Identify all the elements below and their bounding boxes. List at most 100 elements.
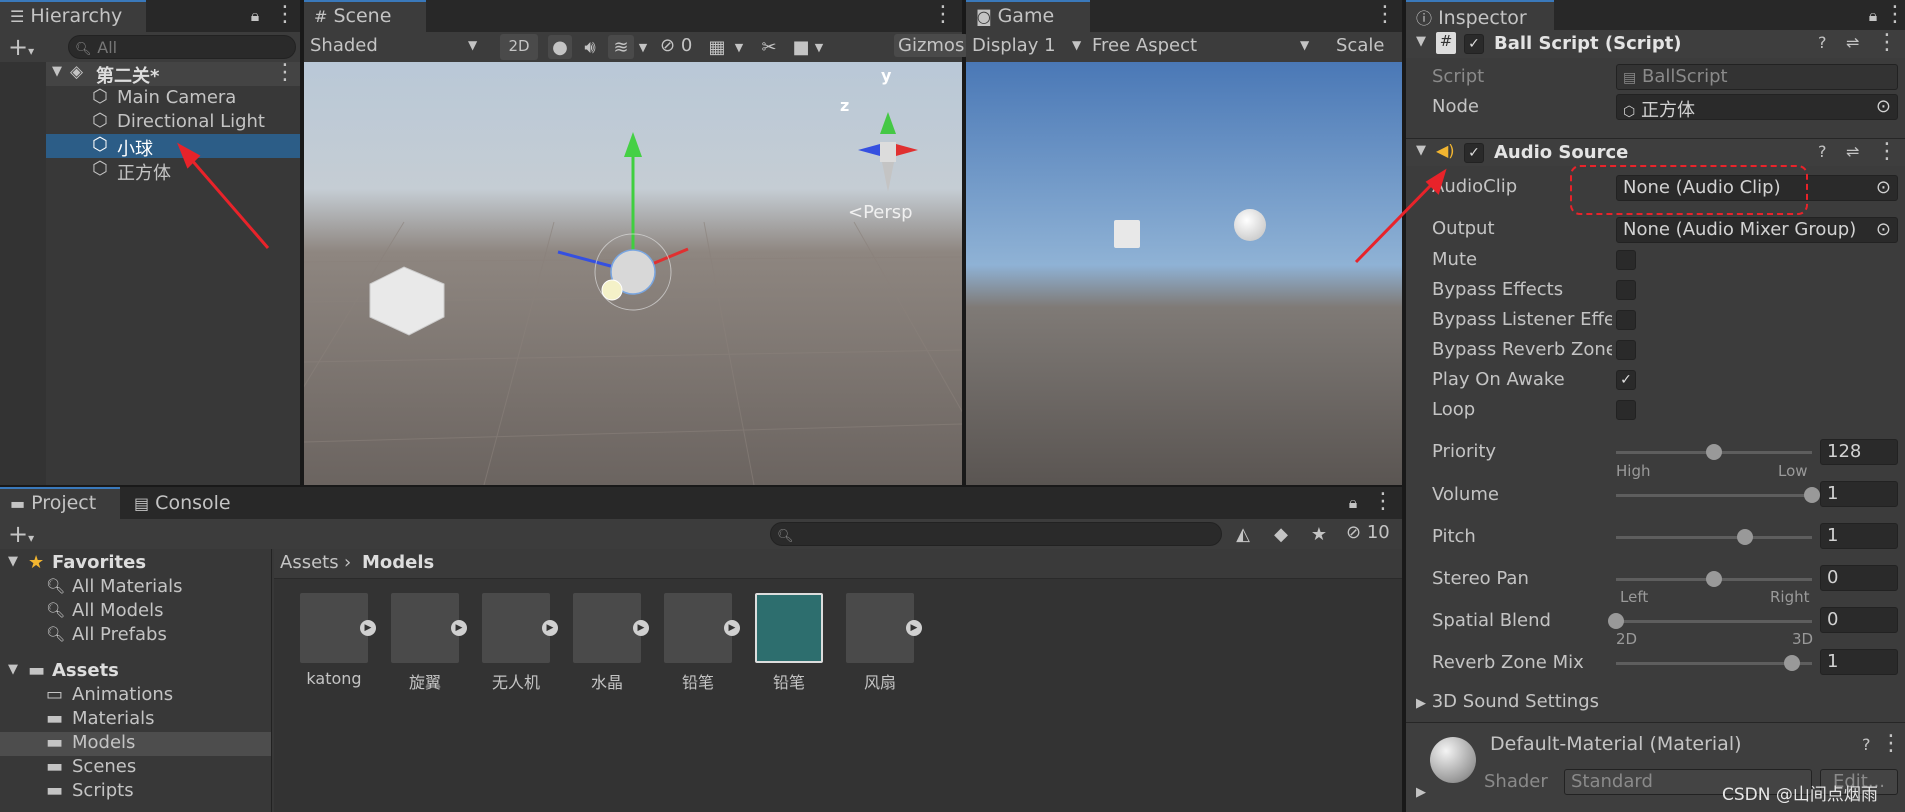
- scene-kebab-icon[interactable]: ⋮: [274, 62, 296, 86]
- tab-hierarchy[interactable]: ☰ Hierarchy: [0, 0, 146, 32]
- gizmos-button[interactable]: Gizmos: [894, 34, 969, 57]
- aspect-dropdown[interactable]: Free Aspect ▼: [1092, 35, 1312, 56]
- favorites-row[interactable]: ▼ ★ Favorites: [0, 552, 271, 576]
- expand-arrow-icon[interactable]: ▼: [8, 662, 18, 677]
- ball-script-header[interactable]: ▼ # ✓ Ball Script (Script) ? ⇌ ⋮: [1406, 30, 1905, 58]
- lighting-toggle-icon[interactable]: ●: [548, 35, 572, 59]
- expand-play-icon[interactable]: ▶: [360, 620, 376, 636]
- foldout-arrow-icon[interactable]: ▶: [1416, 785, 1426, 800]
- tab-game[interactable]: ◙ Game: [966, 0, 1090, 32]
- lock-icon[interactable]: 🔒︎: [1344, 491, 1362, 515]
- audio-source-enabled-checkbox[interactable]: ✓: [1464, 143, 1484, 163]
- display-dropdown[interactable]: Display 1 ▼: [972, 35, 1084, 56]
- folder-item[interactable]: ▬ Scripts: [0, 780, 271, 804]
- tab-console[interactable]: ▤ Console: [124, 487, 254, 519]
- pitch-slider-track[interactable]: [1616, 536, 1812, 539]
- volume-slider-track[interactable]: [1616, 494, 1812, 497]
- foldout-arrow-icon[interactable]: ▼: [1416, 34, 1426, 49]
- node-object-field[interactable]: ⬡ 正方体 ⊙: [1616, 94, 1898, 120]
- ball-script-enabled-checkbox[interactable]: ✓: [1464, 34, 1484, 54]
- shading-mode-dropdown[interactable]: Shaded ▼: [310, 35, 486, 56]
- volume-value-field[interactable]: 1: [1820, 481, 1898, 507]
- volume-slider-knob[interactable]: [1804, 487, 1820, 503]
- breadcrumb-root[interactable]: Assets: [280, 552, 339, 573]
- pitch-slider-knob[interactable]: [1737, 529, 1754, 545]
- folder-item[interactable]: ▬ Scenes: [0, 756, 271, 780]
- sound-3d-foldout[interactable]: ▶ 3D Sound Settings: [1416, 691, 1599, 712]
- kebab-menu-icon[interactable]: ⋮: [932, 4, 954, 28]
- component-kebab-icon[interactable]: ⋮: [1876, 32, 1898, 56]
- object-picker-icon[interactable]: ⊙: [1876, 96, 1891, 117]
- expand-arrow-icon[interactable]: ▼: [8, 554, 18, 569]
- hidden-objects-toggle[interactable]: ⊘ 0: [660, 35, 692, 56]
- object-picker-icon[interactable]: ⊙: [1876, 177, 1891, 198]
- folder-item[interactable]: ▭ Animations: [0, 684, 271, 708]
- mute-checkbox[interactable]: [1616, 250, 1636, 270]
- preset-icon[interactable]: ⇌: [1846, 33, 1859, 52]
- camera-dropdown-icon[interactable]: ▼: [812, 35, 826, 59]
- preset-icon[interactable]: ⇌: [1846, 142, 1859, 161]
- asset-tile[interactable]: ▶ 无人机: [482, 593, 572, 693]
- bypass-effects-checkbox[interactable]: [1616, 280, 1636, 300]
- asset-tile[interactable]: ▶ 铅笔: [664, 593, 754, 693]
- kebab-menu-icon[interactable]: ⋮: [274, 4, 296, 28]
- lock-icon[interactable]: 🔒︎: [246, 4, 264, 28]
- filter-by-type-icon[interactable]: ◭: [1230, 522, 1256, 546]
- camera-icon[interactable]: ■: [790, 35, 812, 59]
- help-icon[interactable]: ?: [1818, 142, 1827, 161]
- hidden-packages-toggle[interactable]: ⊘ 10: [1346, 522, 1390, 543]
- reverb-zone-mix-slider-knob[interactable]: [1784, 655, 1801, 671]
- effects-toggle-icon[interactable]: ≋: [608, 35, 634, 59]
- spatial-blend-slider-track[interactable]: [1616, 620, 1812, 623]
- kebab-menu-icon[interactable]: ⋮: [1374, 4, 1396, 28]
- expand-arrow-icon[interactable]: ▼: [52, 64, 62, 79]
- stereo-pan-value-field[interactable]: 0: [1820, 565, 1898, 591]
- favorite-item[interactable]: 🔍︎ All Models: [0, 600, 271, 624]
- loop-checkbox[interactable]: [1616, 400, 1636, 420]
- output-object-field[interactable]: None (Audio Mixer Group) ⊙: [1616, 217, 1898, 243]
- folder-item[interactable]: ▬ Materials: [0, 708, 271, 732]
- tools-icon[interactable]: ✂: [756, 35, 782, 59]
- pitch-value-field[interactable]: 1: [1820, 523, 1898, 549]
- bypass-listener-checkbox[interactable]: [1616, 310, 1636, 330]
- create-dropdown-button[interactable]: +▾: [8, 520, 34, 548]
- project-search-input[interactable]: 🔍︎: [770, 522, 1222, 546]
- expand-play-icon[interactable]: ▶: [906, 620, 922, 636]
- audio-source-header[interactable]: ▼ ◀) ✓ Audio Source ? ⇌ ⋮: [1406, 138, 1905, 166]
- hierarchy-search-input[interactable]: 🔍︎ All: [68, 35, 296, 59]
- scale-slider-label[interactable]: Scale: [1336, 35, 1384, 56]
- expand-play-icon[interactable]: ▶: [724, 620, 740, 636]
- asset-tile[interactable]: ▶ 风扇: [846, 593, 936, 693]
- favorite-item[interactable]: 🔍︎ All Prefabs: [0, 624, 271, 648]
- favorite-star-icon[interactable]: ★: [1306, 522, 1332, 546]
- kebab-menu-icon[interactable]: ⋮: [1372, 491, 1394, 515]
- effects-dropdown-icon[interactable]: ▼: [636, 35, 650, 59]
- asset-tile[interactable]: ▶ 旋翼: [391, 593, 481, 693]
- kebab-menu-icon[interactable]: ⋮: [1884, 4, 1905, 28]
- asset-tile[interactable]: 铅笔: [755, 593, 845, 693]
- asset-tile[interactable]: ▶ katong: [300, 593, 390, 693]
- priority-value-field[interactable]: 128: [1820, 439, 1898, 465]
- filter-by-label-icon[interactable]: ◆: [1268, 522, 1294, 546]
- play-on-awake-checkbox[interactable]: ✓: [1616, 370, 1636, 390]
- assets-row[interactable]: ▼ ▬ Assets: [0, 660, 271, 684]
- favorite-item[interactable]: 🔍︎ All Materials: [0, 576, 271, 600]
- game-viewport[interactable]: [966, 62, 1402, 485]
- asset-tile[interactable]: ▶ 水晶: [573, 593, 663, 693]
- spatial-blend-value-field[interactable]: 0: [1820, 607, 1898, 633]
- add-dropdown-button[interactable]: +▾: [8, 33, 34, 61]
- priority-slider-knob[interactable]: [1706, 444, 1722, 460]
- reverb-zone-mix-value-field[interactable]: 1: [1820, 649, 1898, 675]
- expand-play-icon[interactable]: ▶: [633, 620, 649, 636]
- expand-play-icon[interactable]: ▶: [451, 620, 467, 636]
- breadcrumb-current[interactable]: Models: [362, 552, 434, 573]
- help-icon[interactable]: ?: [1818, 33, 1827, 52]
- component-kebab-icon[interactable]: ⋮: [1880, 733, 1902, 757]
- foldout-arrow-icon[interactable]: ▼: [1416, 143, 1426, 158]
- object-picker-icon[interactable]: ⊙: [1876, 219, 1891, 240]
- component-kebab-icon[interactable]: ⋮: [1876, 141, 1898, 165]
- stereo-pan-slider-knob[interactable]: [1706, 571, 1722, 587]
- bypass-reverb-checkbox[interactable]: [1616, 340, 1636, 360]
- folder-item-selected[interactable]: ▬ Models: [0, 732, 271, 756]
- toggle-2d-button[interactable]: 2D: [500, 34, 538, 60]
